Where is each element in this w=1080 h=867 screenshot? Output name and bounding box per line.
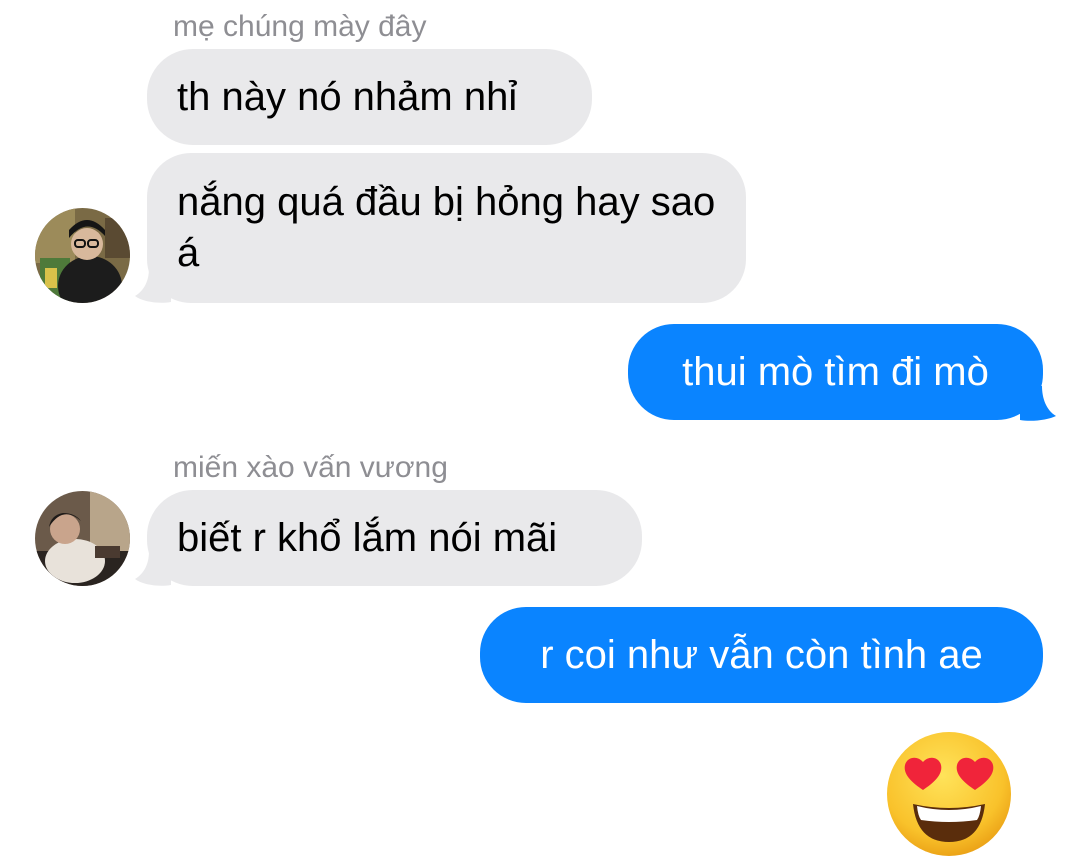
incoming-message[interactable]: nắng quá đầu bị hỏng hay sao á: [147, 153, 746, 303]
message-text: r coi như vẫn còn tình ae: [540, 632, 983, 677]
sender-name: mẹ chúng mày đây: [173, 10, 427, 43]
outgoing-message[interactable]: thui mò tìm đi mò: [628, 324, 1043, 420]
message-text: thui mò tìm đi mò: [682, 349, 989, 394]
heart-eyes-emoji-icon[interactable]: [885, 730, 1013, 858]
avatar[interactable]: [35, 208, 130, 303]
incoming-bubble-tail: [135, 268, 171, 303]
avatar-photo: [35, 491, 130, 586]
outgoing-message[interactable]: r coi như vẫn còn tình ae: [480, 607, 1043, 703]
avatar-photo: [35, 208, 130, 303]
message-text: nắng quá đầu bị hỏng hay sao á: [177, 180, 716, 275]
outgoing-bubble-tail: [1020, 386, 1056, 421]
message-text: biết r khổ lắm nói mãi: [177, 515, 558, 560]
incoming-message[interactable]: biết r khổ lắm nói mãi: [147, 490, 642, 586]
incoming-message[interactable]: th này nó nhảm nhỉ: [147, 49, 592, 145]
avatar[interactable]: [35, 491, 130, 586]
message-text: th này nó nhảm nhỉ: [177, 74, 518, 119]
incoming-bubble-tail: [135, 551, 171, 586]
sender-name: miến xào vấn vương: [173, 451, 448, 484]
